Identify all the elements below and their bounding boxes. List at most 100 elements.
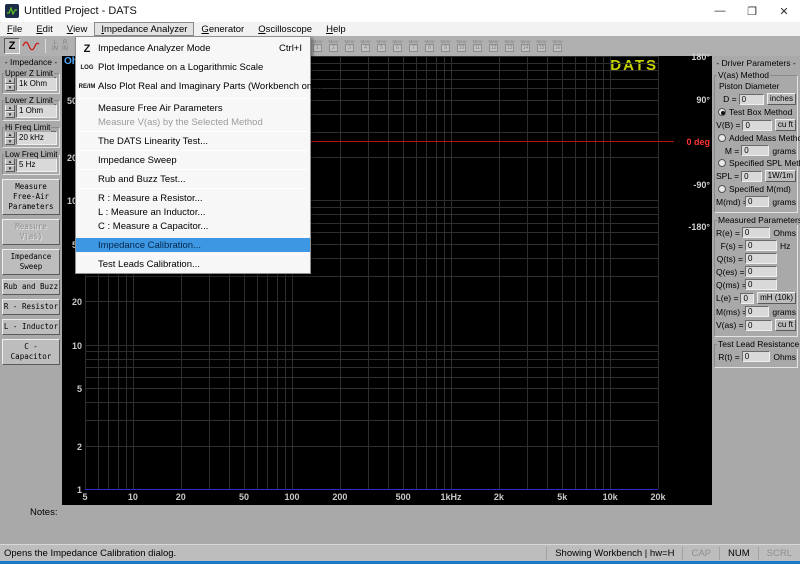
maximize-button[interactable]: ❐: [736, 0, 768, 22]
impedance-panel-header: - Impedance -: [4, 57, 58, 67]
mem-button-15[interactable]: Mem 15: [534, 37, 549, 54]
spin-up-icon[interactable]: ▲: [5, 131, 15, 138]
param-value-input[interactable]: 0: [745, 196, 770, 207]
spinner: ▲ ▼: [5, 131, 15, 145]
mem-button-4[interactable]: Mem 4: [358, 37, 373, 54]
radio-added-mass-method[interactable]: Added Mass Method: [718, 133, 800, 143]
impedance-mode-button[interactable]: Z: [4, 38, 20, 54]
mem-button-13[interactable]: Mem 13: [502, 37, 517, 54]
gridline-horizontal: [85, 344, 658, 346]
mem-button-7[interactable]: Mem 7: [406, 37, 421, 54]
spinner: ▲ ▼: [5, 104, 15, 118]
close-button[interactable]: ✕: [768, 0, 800, 22]
menubar-item-edit[interactable]: Edit: [29, 22, 59, 36]
menu-item-the-dats-linearity-test[interactable]: The DATS Linearity Test...: [76, 134, 310, 148]
menubar-item-oscilloscope[interactable]: Oscilloscope: [251, 22, 319, 36]
param-value-input[interactable]: 0: [740, 292, 755, 304]
spin-up-icon[interactable]: ▲: [5, 104, 15, 111]
menu-item-also-plot-real-and-imaginary-parts-workbench-only[interactable]: RE/IM Also Plot Real and Imaginary Parts …: [76, 77, 323, 96]
menubar-item-file[interactable]: File: [0, 22, 29, 36]
minimize-button[interactable]: —: [704, 0, 736, 22]
mem-button-8[interactable]: Mem 8: [422, 37, 437, 54]
unit-mh-10k[interactable]: mH (10k): [757, 292, 796, 304]
param-row-spl: SPL = 0 1W/1m: [716, 170, 796, 182]
mem-button-11[interactable]: Mem 11: [470, 37, 485, 54]
test-lead-resistance-group-title: Test Lead Resistance: [717, 339, 800, 349]
radio-test-box-method[interactable]: Test Box Method: [718, 107, 796, 117]
mem-button-3[interactable]: Mem 3: [342, 37, 357, 54]
menu-item-test-leads-calibration[interactable]: Test Leads Calibration...: [76, 257, 310, 271]
mem-button-16[interactable]: Mem 16: [550, 37, 565, 54]
mem-button-6[interactable]: Mem 6: [390, 37, 405, 54]
mem-button-5[interactable]: Mem 5: [374, 37, 389, 54]
sine-wave-icon[interactable]: [22, 38, 40, 54]
left-input-icon[interactable]: L IN: [52, 40, 58, 52]
param-value-input[interactable]: 0: [745, 279, 777, 290]
unit-cu-ft[interactable]: cu ft: [774, 119, 796, 131]
mem-button-12[interactable]: Mem 12: [486, 37, 501, 54]
menu-item-c-measure-a-capacitor[interactable]: C : Measure a Capacitor...: [76, 219, 310, 233]
menubar-item-view[interactable]: View: [60, 22, 95, 36]
menu-item-measure-free-air-parameters[interactable]: Measure Free Air Parameters: [76, 101, 310, 115]
param-value-input[interactable]: 0: [741, 170, 762, 182]
menu-item-impedance-sweep[interactable]: Impedance Sweep: [76, 153, 310, 167]
menu-item-l-measure-an-inductor[interactable]: L : Measure an Inductor...: [76, 205, 310, 219]
unit-grams: grams: [772, 196, 796, 207]
x-tick-100: 100: [284, 492, 300, 502]
radio-specified-spl-method[interactable]: Specified SPL Method: [718, 158, 800, 168]
mem-button-14[interactable]: Mem 14: [518, 37, 533, 54]
spin-down-icon[interactable]: ▼: [5, 111, 15, 118]
menu-item-r-measure-a-resistor[interactable]: R : Measure a Resistor...: [76, 191, 310, 205]
param-value-input[interactable]: 0: [745, 266, 777, 277]
right-input-icon[interactable]: R IN: [62, 40, 68, 52]
param-value-input[interactable]: 0: [738, 93, 764, 105]
button-l-inductor[interactable]: L - Inductor: [2, 319, 60, 335]
button-c-capacitor[interactable]: C - Capacitor: [2, 339, 60, 365]
radio-label: Added Mass Method: [729, 133, 800, 143]
mem-button-1[interactable]: Mem 1: [310, 37, 325, 54]
button-rub-and-buzz[interactable]: Rub and Buzz: [2, 279, 60, 295]
param-row-f-s: F(s) = 0 Hz: [716, 240, 796, 251]
menu-item-impedance-calibration[interactable]: Impedance Calibration...: [76, 238, 310, 252]
param-value-input[interactable]: 0: [741, 227, 771, 238]
param-value-input[interactable]: 0: [742, 119, 772, 131]
param-value-input[interactable]: 0: [741, 351, 771, 362]
spin-down-icon[interactable]: ▼: [5, 165, 15, 172]
button-measure-free-air-parameters[interactable]: Measure Free-Air Parameters: [2, 179, 60, 215]
impedance-analyzer-menu: Z Impedance Analyzer Mode Ctrl+I LOG Plot Im…: [75, 36, 323, 274]
param-value-input[interactable]: 0: [745, 240, 777, 251]
unit-cu-ft[interactable]: cu ft: [774, 319, 796, 331]
limit-value-input[interactable]: 1 Ohm: [16, 104, 57, 118]
menu-item-plot-impedance-on-a-logarithmic-scale[interactable]: LOG Plot Impedance on a Logarithmic Scale: [76, 58, 310, 77]
unit-1w-1m[interactable]: 1W/1m: [764, 170, 796, 182]
limit-value-input[interactable]: 5 Hz: [16, 158, 57, 172]
menubar-item-help[interactable]: Help: [319, 22, 353, 36]
spin-up-icon[interactable]: ▲: [5, 158, 15, 165]
param-value-input[interactable]: 0: [741, 145, 770, 156]
mem-button-10[interactable]: Mem 10: [454, 37, 469, 54]
limit-control: ▲ ▼ 1k Ohm: [5, 77, 57, 91]
mem-button-number: 6: [393, 44, 402, 52]
limit-value-input[interactable]: 1k Ohm: [16, 77, 57, 91]
menubar-item-impedance-analyzer[interactable]: Impedance Analyzer: [94, 22, 195, 36]
mem-button-9[interactable]: Mem 9: [438, 37, 453, 54]
button-impedance-sweep[interactable]: Impedance Sweep: [2, 249, 60, 275]
unit-inches[interactable]: inches: [766, 93, 796, 105]
limit-value-input[interactable]: 20 kHz: [16, 131, 57, 145]
menubar-item-generator[interactable]: Generator: [194, 22, 251, 36]
spin-down-icon[interactable]: ▼: [5, 84, 15, 91]
menu-item-impedance-analyzer-mode[interactable]: Z Impedance Analyzer Mode Ctrl+I: [76, 39, 310, 58]
param-value-input[interactable]: 0: [745, 319, 772, 331]
param-value-input[interactable]: 0: [745, 253, 777, 264]
radio-icon: [718, 134, 726, 142]
radio-specified-m-md[interactable]: Specified M(md): [718, 184, 796, 194]
button-r-resistor[interactable]: R - Resistor: [2, 299, 60, 315]
menu-item-rub-and-buzz-test[interactable]: Rub and Buzz Test...: [76, 172, 310, 186]
param-value-input[interactable]: 0: [745, 306, 770, 317]
param-row-r-t: R(t) = 0 Ohms: [716, 351, 796, 362]
spin-down-icon[interactable]: ▼: [5, 138, 15, 145]
menu-separator: [79, 98, 307, 99]
mem-button-2[interactable]: Mem 2: [326, 37, 341, 54]
spin-up-icon[interactable]: ▲: [5, 77, 15, 84]
phase-tick-180: -180°: [688, 222, 710, 232]
